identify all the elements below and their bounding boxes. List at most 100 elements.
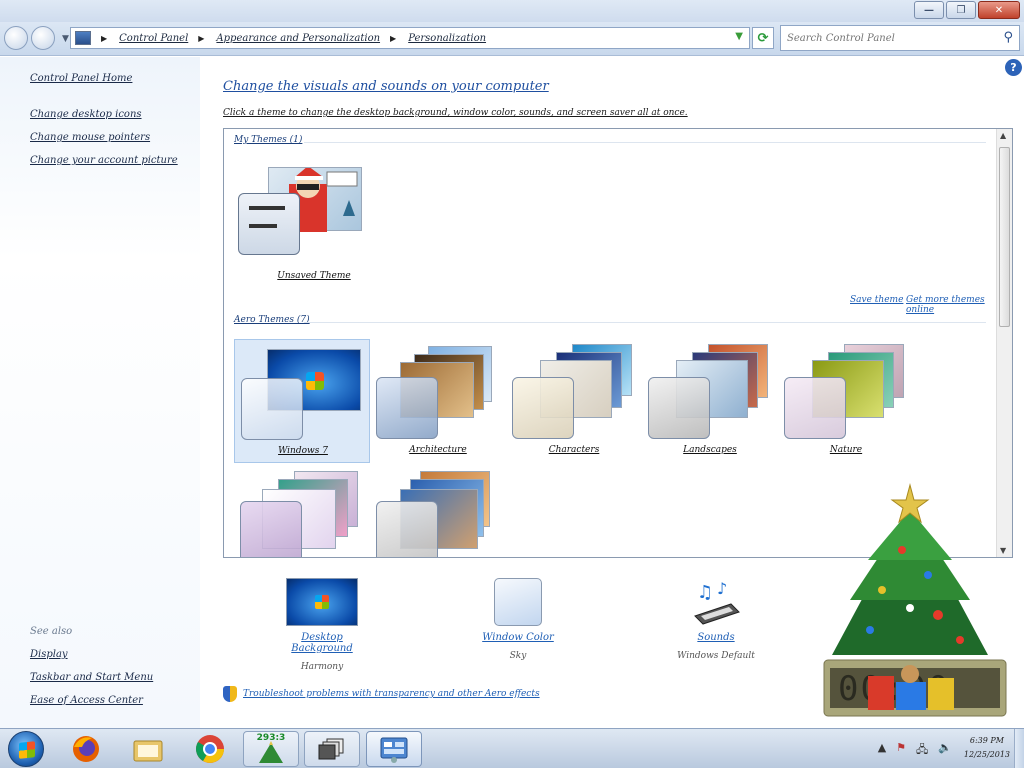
start-button[interactable] xyxy=(8,731,44,767)
chevron-right-icon[interactable]: ▶ xyxy=(390,34,396,43)
window-color-swatch xyxy=(240,501,302,557)
help-icon[interactable]: ? xyxy=(1005,59,1022,76)
close-button[interactable]: ✕ xyxy=(978,1,1020,19)
page-description: Click a theme to change the desktop back… xyxy=(223,108,688,118)
control-panel-taskbar-button[interactable] xyxy=(366,731,422,767)
shield-icon xyxy=(223,686,237,702)
display-link[interactable]: Display xyxy=(30,649,68,660)
page-title: Change the visuals and sounds on your co… xyxy=(223,79,549,94)
theme-tile-architecture[interactable]: Architecture xyxy=(370,339,506,463)
chevron-right-icon[interactable]: ▶ xyxy=(101,34,107,43)
taskbar: 293:3 ▲ ⚑ 🖧 🔈 6:39 PM 12/25/2013 xyxy=(0,728,1024,768)
sounds-setting[interactable]: ♫ ♪ Sounds Windows Default xyxy=(670,578,762,661)
recent-pages-dropdown[interactable]: ▼ xyxy=(62,34,69,44)
search-input[interactable] xyxy=(787,27,987,50)
desktop-background-thumbnail xyxy=(286,578,358,626)
window-color-swatch xyxy=(376,501,438,557)
scroll-up-icon[interactable]: ▲ xyxy=(1000,131,1006,140)
theme-tile-partial[interactable] xyxy=(234,469,370,557)
theme-label: Unsaved Theme xyxy=(277,271,351,281)
theme-tile-partial[interactable] xyxy=(370,469,506,557)
theme-label: Landscapes xyxy=(683,445,737,455)
back-button[interactable] xyxy=(4,26,28,50)
window-color-swatch xyxy=(241,378,303,440)
theme-label: Windows 7 xyxy=(278,446,328,456)
restore-button[interactable]: ❐ xyxy=(946,1,976,19)
search-icon[interactable]: ⚲ xyxy=(1003,30,1013,45)
chrome-taskbar-button[interactable] xyxy=(182,731,238,767)
breadcrumb-control-panel[interactable]: Control Panel xyxy=(119,33,188,44)
change-desktop-icons-link[interactable]: Change desktop icons xyxy=(30,109,142,120)
clock[interactable]: 6:39 PM 12/25/2013 xyxy=(964,734,1010,762)
switch-windows-taskbar-button[interactable] xyxy=(304,731,360,767)
window-color-setting[interactable]: Window Color Sky xyxy=(470,578,566,661)
change-account-picture-link[interactable]: Change your account picture xyxy=(30,155,178,166)
theme-tile-characters[interactable]: Characters xyxy=(506,339,642,463)
window-titlebar: — ❐ ✕ xyxy=(0,0,1024,22)
control-panel-icon xyxy=(75,31,91,45)
christmas-tree-gadget[interactable]: 00:00 xyxy=(810,480,1020,725)
refresh-icon[interactable]: ⟳ xyxy=(752,27,774,49)
change-mouse-pointers-link[interactable]: Change mouse pointers xyxy=(30,132,150,143)
folder-icon xyxy=(133,740,163,762)
action-center-icon[interactable]: ⚑ xyxy=(896,741,906,760)
aero-themes-heading: Aero Themes (7) xyxy=(234,315,310,325)
chrome-icon xyxy=(196,735,224,763)
window-color-label[interactable]: Window Color xyxy=(470,632,566,643)
svg-text:♫: ♫ xyxy=(697,582,713,603)
address-bar[interactable]: ▶ Control Panel ▶ Appearance and Persona… xyxy=(70,27,750,49)
window-color-value: Sky xyxy=(509,651,527,661)
clock-time: 6:39 PM xyxy=(969,736,1004,745)
forward-button[interactable] xyxy=(31,26,55,50)
desktop-background-label[interactable]: Desktop Background xyxy=(270,632,374,654)
theme-label: Characters xyxy=(548,445,600,455)
navigation-bar: ▼ ▶ Control Panel ▶ Appearance and Perso… xyxy=(0,22,1024,56)
theme-tile-nature[interactable]: Nature xyxy=(778,339,914,463)
christmas-tree-icon: 293:3 xyxy=(251,733,291,765)
theme-tile-windows7[interactable]: Windows 7 xyxy=(234,339,370,463)
theme-tile-landscapes[interactable]: Landscapes xyxy=(642,339,778,463)
control-panel-home-link[interactable]: Control Panel Home xyxy=(30,73,132,84)
window-color-thumbnail xyxy=(494,578,542,626)
troubleshoot-link[interactable]: Troubleshoot problems with transparency … xyxy=(223,686,540,702)
sounds-label[interactable]: Sounds xyxy=(670,632,762,643)
show-desktop-button[interactable] xyxy=(1014,729,1024,768)
network-icon[interactable]: 🖧 xyxy=(916,741,928,760)
minimize-button[interactable]: — xyxy=(914,1,944,19)
chevron-right-icon[interactable]: ▶ xyxy=(198,34,204,43)
explorer-taskbar-button[interactable] xyxy=(120,731,176,767)
clock-date: 12/25/2013 xyxy=(963,750,1010,759)
breadcrumb-appearance[interactable]: Appearance and Personalization xyxy=(216,33,380,44)
firefox-icon xyxy=(73,736,99,762)
desktop-background-value: Harmony xyxy=(300,662,344,672)
svg-text:♪: ♪ xyxy=(717,579,727,598)
windows-logo-icon xyxy=(19,741,35,759)
control-panel-icon xyxy=(380,737,408,763)
theme-tile-unsaved[interactable]: Unsaved Theme xyxy=(234,165,370,289)
my-themes-heading: My Themes (1) xyxy=(234,135,303,145)
section-divider xyxy=(304,322,986,323)
scrollbar-thumb[interactable] xyxy=(999,147,1010,327)
save-theme-link[interactable]: Save theme xyxy=(850,295,903,305)
show-hidden-icons-icon[interactable]: ▲ xyxy=(878,741,886,760)
sounds-value: Windows Default xyxy=(677,651,755,661)
christmas-gadget-taskbar-button[interactable]: 293:3 xyxy=(243,731,299,767)
theme-label: Nature xyxy=(829,445,863,455)
volume-icon[interactable]: 🔈 xyxy=(938,741,952,760)
theme-label: Architecture xyxy=(409,445,467,455)
breadcrumb-personalization[interactable]: Personalization xyxy=(408,33,486,44)
window-color-swatch xyxy=(238,193,300,255)
window-color-swatch xyxy=(784,377,846,439)
ease-of-access-link[interactable]: Ease of Access Center xyxy=(30,695,143,706)
system-tray: ▲ ⚑ 🖧 🔈 xyxy=(878,741,952,760)
left-task-pane: Control Panel Home Change desktop icons … xyxy=(0,57,200,728)
firefox-taskbar-button[interactable] xyxy=(58,731,114,767)
window-color-swatch xyxy=(376,377,438,439)
windows-stack-icon xyxy=(318,738,344,760)
taskbar-start-menu-link[interactable]: Taskbar and Start Menu xyxy=(30,672,153,683)
search-box[interactable]: ⚲ xyxy=(780,25,1020,51)
address-dropdown-icon[interactable]: ▼ xyxy=(735,31,743,42)
desktop-background-setting[interactable]: Desktop Background Harmony xyxy=(270,578,374,672)
troubleshoot-label[interactable]: Troubleshoot problems with transparency … xyxy=(243,689,540,699)
window-color-swatch xyxy=(512,377,574,439)
